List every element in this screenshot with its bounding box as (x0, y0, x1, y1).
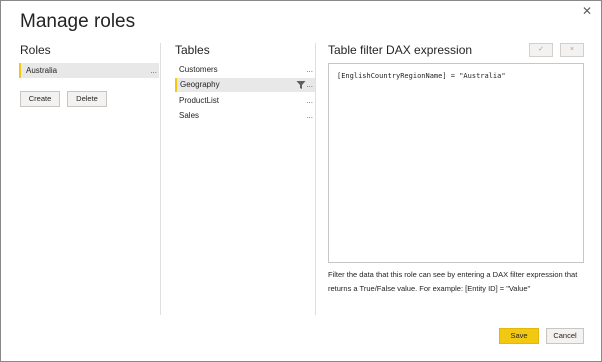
table-label: ProductList (179, 96, 220, 105)
x-icon[interactable]: × (560, 43, 584, 57)
role-item-australia[interactable]: Australia ... (19, 63, 159, 78)
dax-help-text: Filter the data that this role can see b… (328, 270, 578, 293)
table-more-options[interactable]: ... (306, 109, 313, 123)
roles-heading: Roles (20, 43, 51, 57)
table-item-sales[interactable]: Sales ... (175, 109, 315, 123)
delete-button[interactable]: Delete (67, 91, 107, 107)
checkmark-icon[interactable]: ✓ (529, 43, 553, 57)
role-label: Australia (26, 66, 58, 75)
save-button[interactable]: Save (499, 328, 539, 344)
table-more-options[interactable]: ... (306, 78, 313, 92)
close-icon[interactable]: ✕ (581, 5, 593, 17)
table-label: Geography (180, 80, 220, 89)
table-item-productlist[interactable]: ProductList ... (175, 94, 315, 108)
role-more-options[interactable]: ... (150, 63, 157, 78)
filter-icon (296, 81, 306, 89)
dialog-title: Manage roles (20, 11, 136, 32)
dax-expression-editor[interactable]: [EnglishCountryRegionName] = "Australia" (328, 63, 584, 263)
table-label: Customers (179, 65, 218, 74)
column-divider (315, 43, 316, 315)
column-divider (160, 43, 161, 315)
dax-expression-text: [EnglishCountryRegionName] = "Australia" (337, 72, 506, 80)
dax-expression-heading: Table filter DAX expression (328, 43, 473, 57)
table-more-options[interactable]: ... (306, 94, 313, 108)
tables-heading: Tables (175, 43, 210, 57)
manage-roles-dialog: ✕ Manage roles Roles Australia ... Creat… (0, 0, 602, 362)
create-button[interactable]: Create (20, 91, 60, 107)
cancel-button[interactable]: Cancel (546, 328, 584, 344)
table-more-options[interactable]: ... (306, 63, 313, 77)
table-label: Sales (179, 111, 200, 120)
table-item-customers[interactable]: Customers ... (175, 63, 315, 77)
table-item-geography[interactable]: Geography ... (175, 78, 315, 92)
